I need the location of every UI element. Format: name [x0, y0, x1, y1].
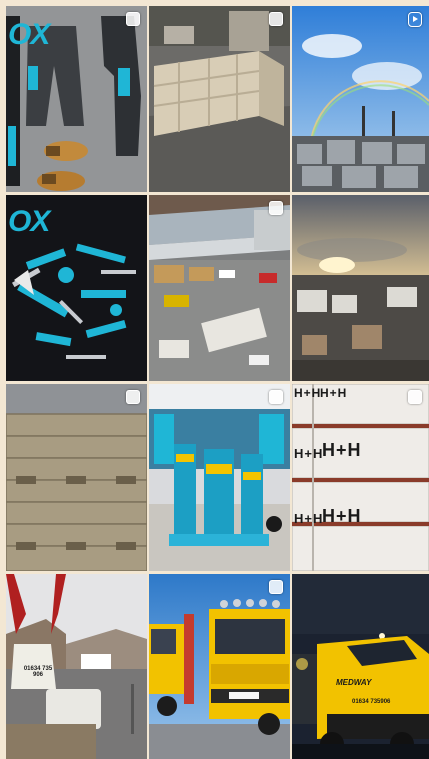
post-image — [6, 384, 147, 571]
post-tile-scania-trucks[interactable] — [149, 574, 290, 759]
multiple-posts-icon — [269, 580, 283, 594]
multiple-posts-icon — [269, 201, 283, 215]
hh-logo-text: H+H — [294, 446, 324, 461]
post-tile-aerial-branch[interactable] — [149, 195, 290, 381]
post-tile-store-display[interactable] — [149, 384, 290, 571]
bulk-bag-phone-text: 01634 735 906 — [23, 666, 53, 678]
post-image — [292, 195, 429, 381]
post-image — [292, 6, 429, 192]
multiple-posts-icon — [126, 390, 140, 404]
hh-logo-text: H+H — [294, 386, 322, 400]
post-image — [149, 6, 290, 192]
post-tile-crane-bag[interactable]: 01634 735 906 — [6, 574, 147, 759]
post-tile-timber-pallets[interactable] — [6, 384, 147, 571]
post-image — [149, 195, 290, 381]
multiple-posts-icon — [269, 12, 283, 26]
multiple-posts-icon — [269, 390, 283, 404]
post-tile-hh-blocks[interactable]: H+H H+H H+H H+H H+H H+H — [292, 384, 429, 571]
hh-logo-text: H+H — [294, 511, 324, 526]
post-tile-workwear[interactable]: OX — [6, 6, 147, 192]
post-image — [292, 384, 429, 571]
hh-logo-text: H+H — [320, 386, 348, 400]
post-tile-medway-truck[interactable]: MEDWAY 01634 735906 — [292, 574, 429, 759]
post-tile-rainbow-yard[interactable] — [292, 6, 429, 192]
post-image — [149, 384, 290, 571]
post-image — [292, 574, 429, 759]
post-tile-ox-tools[interactable]: OX — [6, 195, 147, 381]
ox-logo-text: OX — [8, 205, 50, 238]
truck-brand-text: MEDWAY — [336, 678, 372, 687]
post-image — [149, 574, 290, 759]
multiple-posts-icon — [408, 390, 422, 404]
post-tile-sunset-yard[interactable] — [292, 195, 429, 381]
post-tile-timber-frame[interactable] — [149, 6, 290, 192]
reel-icon — [408, 11, 422, 27]
truck-phone-text: 01634 735906 — [352, 699, 391, 705]
hh-logo-text: H+H — [322, 506, 362, 526]
hh-logo-text: H+H — [322, 440, 362, 460]
ox-logo-text: OX — [8, 18, 50, 51]
multiple-posts-icon — [126, 12, 140, 26]
post-grid: OX OX H+H H+H H+H H+H H+H H+H 01634 735 … — [6, 6, 429, 759]
